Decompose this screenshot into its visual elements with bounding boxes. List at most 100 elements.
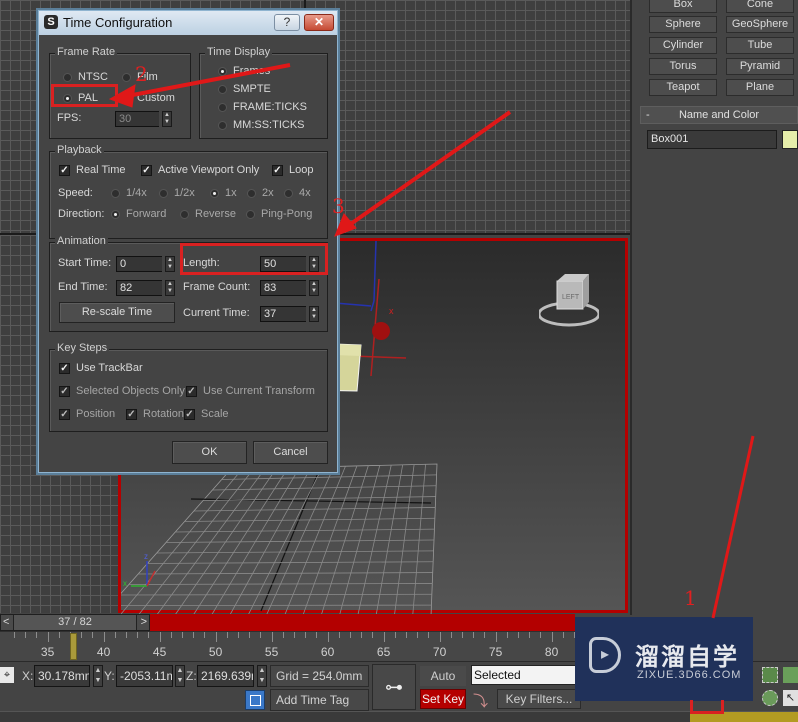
end-time-spinner[interactable]: 82 ▲▼ <box>116 280 175 296</box>
radio-frames[interactable]: Frames <box>218 65 270 77</box>
track-bar[interactable]: 35404550556065707580 <box>0 631 575 662</box>
z-spinner[interactable]: ▲▼ <box>257 665 267 687</box>
current-time-input[interactable]: 37 <box>260 306 306 322</box>
direction-reverse[interactable]: Reverse <box>180 208 236 220</box>
svg-text:LEFT: LEFT <box>562 294 580 301</box>
dialog-titlebar[interactable]: S Time Configuration ? ✕ <box>39 11 337 35</box>
fps-spinner[interactable]: 30 ▲▼ <box>115 111 172 127</box>
default-tangent-icon[interactable]: ⤵ <box>473 690 493 708</box>
speed-2x[interactable]: 2x <box>247 187 274 199</box>
ruler-tick <box>115 632 116 638</box>
primitive-plane-button[interactable]: Plane <box>726 79 794 96</box>
rotation-checkbox[interactable]: ✓Rotation <box>126 408 184 420</box>
z-coordinate-input[interactable]: 2169.639m <box>197 665 254 687</box>
speed-4x[interactable]: 4x <box>284 187 311 199</box>
ruler-tick <box>160 632 161 642</box>
direction-ping-pong[interactable]: Ping-Pong <box>246 208 312 220</box>
x-coordinate-input[interactable]: 30.178mm <box>34 665 90 687</box>
prev-frame-button[interactable]: < <box>3 616 9 628</box>
selection-set-dropdown[interactable]: Selected <box>471 665 581 685</box>
fps-input[interactable]: 30 <box>115 111 159 127</box>
speed-1x[interactable]: 1x <box>210 187 237 199</box>
auto-key-button[interactable]: Auto Key <box>420 666 466 686</box>
primitive-geosphere-button[interactable]: GeoSphere <box>726 16 794 33</box>
ruler-tick <box>305 632 306 638</box>
time-display-group: Time Display Frames SMPTE FRAME:TICKS MM… <box>199 53 328 139</box>
object-name-input[interactable]: Box001 <box>647 130 777 149</box>
use-trackbar-checkbox[interactable]: ✓Use TrackBar <box>59 362 143 374</box>
radio-smpte[interactable]: SMPTE <box>218 83 271 95</box>
frame-count-spinner[interactable]: 83 ▲▼ <box>260 280 319 296</box>
loop-checkbox[interactable]: ✓Loop <box>272 164 313 176</box>
radio-custom[interactable]: Custom <box>122 92 175 104</box>
primitive-cylinder-button[interactable]: Cylinder <box>649 37 717 54</box>
viewport-front[interactable] <box>305 0 630 235</box>
start-time-input[interactable]: 0 <box>116 256 162 272</box>
y-coordinate-input[interactable]: -2053.11m <box>116 665 173 687</box>
axis-tripod: z x <box>123 552 155 588</box>
annotation-highlight-length <box>180 243 328 275</box>
time-slider-thumb[interactable]: 37 / 82 <box>13 615 137 630</box>
primitive-box-button[interactable]: Box <box>649 0 717 13</box>
radio-mm-ss-ticks[interactable]: MM:SS:TICKS <box>218 119 305 131</box>
next-frame-button[interactable]: > <box>141 616 147 628</box>
rollout-name-and-color[interactable]: - Name and Color <box>640 106 798 124</box>
use-current-transform-checkbox[interactable]: ✓Use Current Transform <box>186 385 315 397</box>
real-time-checkbox[interactable]: ✓Real Time <box>59 164 126 176</box>
radio-ntsc[interactable]: NTSC <box>63 71 108 83</box>
set-key-button[interactable]: Set Key <box>420 689 466 709</box>
object-color-swatch[interactable] <box>782 130 798 149</box>
speed-half[interactable]: 1/2x <box>159 187 195 199</box>
orbit-icon[interactable] <box>762 690 778 706</box>
spinner-arrows[interactable]: ▲▼ <box>165 280 175 296</box>
selected-objects-only-checkbox[interactable]: ✓Selected Objects Only <box>59 385 185 397</box>
maximize-viewport-icon[interactable]: ↖ <box>783 690 798 706</box>
cancel-button[interactable]: Cancel <box>253 441 328 464</box>
collapse-toggle[interactable]: - <box>646 107 650 123</box>
active-viewport-only-checkbox[interactable]: ✓Active Viewport Only <box>141 164 259 176</box>
y-spinner[interactable]: ▲▼ <box>175 665 185 687</box>
viewcube[interactable]: LEFT <box>539 269 599 329</box>
ruler-tick <box>328 632 329 642</box>
primitive-tube-button[interactable]: Tube <box>726 37 794 54</box>
spinner-arrows[interactable]: ▲▼ <box>165 256 175 272</box>
primitive-cone-button[interactable]: Cone <box>726 0 794 13</box>
time-slider[interactable]: < 37 / 82 > <box>0 614 150 631</box>
key-filters-button[interactable]: Key Filters... <box>497 689 581 709</box>
watermark-brand: 溜溜自学 <box>635 637 739 672</box>
ruler-tick-label: 50 <box>209 645 222 659</box>
x-spinner[interactable]: ▲▼ <box>93 665 103 687</box>
spinner-arrows[interactable]: ▲▼ <box>162 111 172 127</box>
primitive-pyramid-button[interactable]: Pyramid <box>726 58 794 75</box>
time-tag-icon[interactable] <box>245 690 265 710</box>
primitive-teapot-button[interactable]: Teapot <box>649 79 717 96</box>
end-time-input[interactable]: 82 <box>116 280 162 296</box>
position-checkbox[interactable]: ✓Position <box>59 408 115 420</box>
ruler-tick-label: 75 <box>489 645 502 659</box>
direction-forward[interactable]: Forward <box>111 208 166 220</box>
absolute-mode-icon[interactable]: ⌖ <box>0 667 14 683</box>
current-frame-marker[interactable] <box>70 633 77 660</box>
ruler-tick <box>384 632 385 642</box>
set-keys-key-icon[interactable]: ⊶ <box>372 664 416 710</box>
spinner-arrows[interactable]: ▲▼ <box>309 280 319 296</box>
ruler-tick <box>462 632 463 638</box>
ruler-tick <box>204 632 205 638</box>
frame-count-input[interactable]: 83 <box>260 280 306 296</box>
start-time-spinner[interactable]: 0 ▲▼ <box>116 256 175 272</box>
rescale-time-button[interactable]: Re-scale Time <box>59 302 175 323</box>
help-button[interactable]: ? <box>274 14 300 31</box>
close-button[interactable]: ✕ <box>304 14 334 31</box>
zoom-extents-icon[interactable] <box>762 667 778 683</box>
spinner-arrows[interactable]: ▲▼ <box>309 306 319 322</box>
primitive-torus-button[interactable]: Torus <box>649 58 717 75</box>
primitive-sphere-button[interactable]: Sphere <box>649 16 717 33</box>
speed-quarter[interactable]: 1/4x <box>111 187 147 199</box>
ok-button[interactable]: OK <box>172 441 247 464</box>
scale-checkbox[interactable]: ✓Scale <box>184 408 229 420</box>
ruler-tick <box>260 632 261 638</box>
zoom-extents-all-icon[interactable] <box>783 667 798 683</box>
add-time-tag-button[interactable]: Add Time Tag <box>270 689 369 711</box>
current-time-spinner[interactable]: 37 ▲▼ <box>260 306 319 322</box>
radio-frame-ticks[interactable]: FRAME:TICKS <box>218 101 307 113</box>
